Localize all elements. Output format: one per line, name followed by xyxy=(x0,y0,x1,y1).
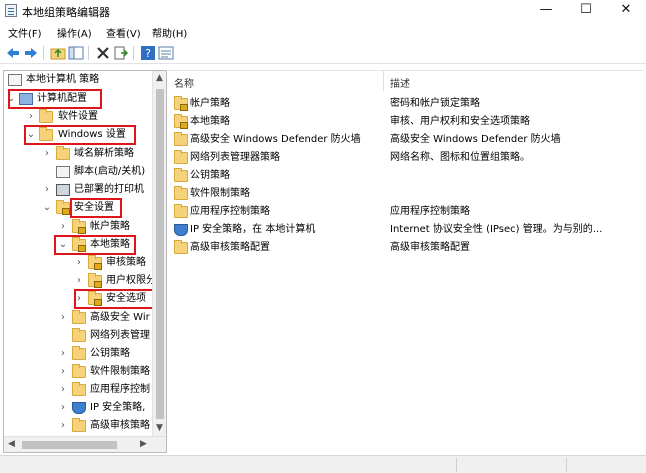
folder-icon xyxy=(72,328,86,342)
list-item[interactable]: IP 安全策略，在 本地计算机 Internet 协议安全性 (IPsec) 管… xyxy=(168,221,644,239)
close-button[interactable]: ✕ xyxy=(606,0,646,22)
chevron-right-icon[interactable]: › xyxy=(58,417,68,435)
chevron-right-icon[interactable]: › xyxy=(58,218,68,236)
chevron-right-icon[interactable]: › xyxy=(74,272,84,290)
policy-document-icon xyxy=(8,74,22,86)
menu-help[interactable]: 帮助(H) xyxy=(152,25,187,40)
up-folder-icon[interactable] xyxy=(50,45,66,61)
toolbar-divider xyxy=(88,46,89,60)
status-divider xyxy=(456,458,457,472)
column-header-name[interactable]: 名称 xyxy=(174,75,194,90)
security-folder-icon xyxy=(88,273,102,288)
list-item[interactable]: 高级安全 Windows Defender 防火墙 高级安全 Windows D… xyxy=(168,131,644,149)
chevron-down-icon[interactable]: ⌄ xyxy=(42,199,52,217)
chevron-right-icon[interactable]: › xyxy=(42,145,52,163)
list-item[interactable]: 本地策略 审核、用户权利和安全选项策略 xyxy=(168,113,644,131)
delete-icon[interactable] xyxy=(95,45,111,61)
chevron-right-icon[interactable]: › xyxy=(58,363,68,381)
folder-icon xyxy=(72,418,86,432)
folder-icon xyxy=(56,146,70,160)
folder-icon xyxy=(174,186,188,200)
folder-icon xyxy=(174,132,188,146)
list-item[interactable]: 公钥策略 xyxy=(168,167,644,185)
list-item[interactable]: 帐户策略 密码和帐户锁定策略 xyxy=(168,95,644,113)
highlight-computer-config xyxy=(8,89,102,109)
toolbar-divider xyxy=(133,46,134,60)
folder-icon xyxy=(174,240,188,254)
list-item[interactable]: 应用程序控制策略 应用程序控制策略 xyxy=(168,203,644,221)
export-list-icon[interactable] xyxy=(113,45,129,61)
toolbar: ? xyxy=(0,42,646,64)
properties-icon[interactable] xyxy=(158,45,174,61)
folder-icon xyxy=(72,364,86,378)
chevron-right-icon[interactable]: › xyxy=(58,399,68,417)
tree-horizontal-scrollbar[interactable]: ◀ ▶ xyxy=(4,436,166,452)
app-icon xyxy=(5,4,17,17)
scrollbar-thumb[interactable] xyxy=(22,441,117,449)
ip-security-icon xyxy=(72,402,86,414)
details-pane[interactable]: 名称 描述 帐户策略 密码和帐户锁定策略 本地策略 审核、用户权利和安全选项策略… xyxy=(168,70,644,453)
security-folder-icon xyxy=(56,200,70,215)
status-bar xyxy=(0,455,646,473)
chevron-right-icon[interactable]: › xyxy=(42,181,52,199)
chevron-right-icon[interactable]: › xyxy=(58,345,68,363)
folder-icon xyxy=(72,310,86,324)
column-divider[interactable] xyxy=(383,71,384,91)
highlight-local-policy xyxy=(54,235,136,255)
menu-view[interactable]: 查看(V) xyxy=(106,25,141,40)
folder-icon xyxy=(174,150,188,164)
minimize-button[interactable]: — xyxy=(526,0,566,22)
security-folder-icon xyxy=(88,255,102,270)
svg-text:?: ? xyxy=(145,47,151,60)
scroll-down-icon[interactable]: ▼ xyxy=(156,423,163,433)
ip-security-icon xyxy=(174,224,188,236)
highlight-security-options xyxy=(74,289,154,309)
printer-icon xyxy=(56,184,70,196)
help-icon[interactable]: ? xyxy=(140,45,156,61)
tree-pane[interactable]: 本地计算机 策略 ⌄ 计算机配置 › 软件设置 ⌄ Windows 设置 › 域… xyxy=(3,70,167,453)
scroll-right-icon[interactable]: ▶ xyxy=(140,439,147,449)
chevron-right-icon[interactable]: › xyxy=(74,254,84,272)
scroll-left-icon[interactable]: ◀ xyxy=(8,439,15,449)
column-header-description[interactable]: 描述 xyxy=(390,75,410,90)
maximize-button[interactable]: ☐ xyxy=(566,0,606,22)
title-bar: 本地组策略编辑器 — ☐ ✕ xyxy=(0,0,646,22)
menu-bar: 文件(F) 操作(A) 查看(V) 帮助(H) xyxy=(0,22,646,42)
window-title: 本地组策略编辑器 xyxy=(22,6,110,19)
list-item[interactable]: 高级审核策略配置 高级审核策略配置 xyxy=(168,239,644,257)
chevron-right-icon[interactable]: › xyxy=(58,381,68,399)
folder-icon xyxy=(174,204,188,218)
menu-action[interactable]: 操作(A) xyxy=(57,25,92,40)
security-folder-icon xyxy=(174,114,188,129)
show-tree-icon[interactable] xyxy=(68,45,84,61)
chevron-right-icon[interactable]: › xyxy=(26,108,36,126)
chevron-right-icon[interactable]: › xyxy=(58,309,68,327)
security-folder-icon xyxy=(174,96,188,111)
folder-icon xyxy=(72,346,86,360)
forward-arrow-icon[interactable] xyxy=(23,45,39,61)
toolbar-divider xyxy=(43,46,44,60)
menu-file[interactable]: 文件(F) xyxy=(8,25,42,40)
highlight-security-settings xyxy=(70,198,122,218)
status-divider xyxy=(566,458,567,472)
security-folder-icon xyxy=(72,219,86,234)
scroll-up-icon[interactable]: ▲ xyxy=(156,73,163,83)
script-document-icon xyxy=(56,166,70,178)
highlight-windows-settings xyxy=(24,125,136,145)
folder-icon xyxy=(72,382,86,396)
list-item[interactable]: 软件限制策略 xyxy=(168,185,644,203)
folder-icon xyxy=(39,109,53,123)
scrollbar-thumb[interactable] xyxy=(156,89,164,419)
list-item[interactable]: 网络列表管理器策略 网络名称、图标和位置组策略。 xyxy=(168,149,644,167)
back-arrow-icon[interactable] xyxy=(5,45,21,61)
folder-icon xyxy=(174,168,188,182)
tree-vertical-scrollbar[interactable]: ▲ ▼ xyxy=(152,71,166,436)
